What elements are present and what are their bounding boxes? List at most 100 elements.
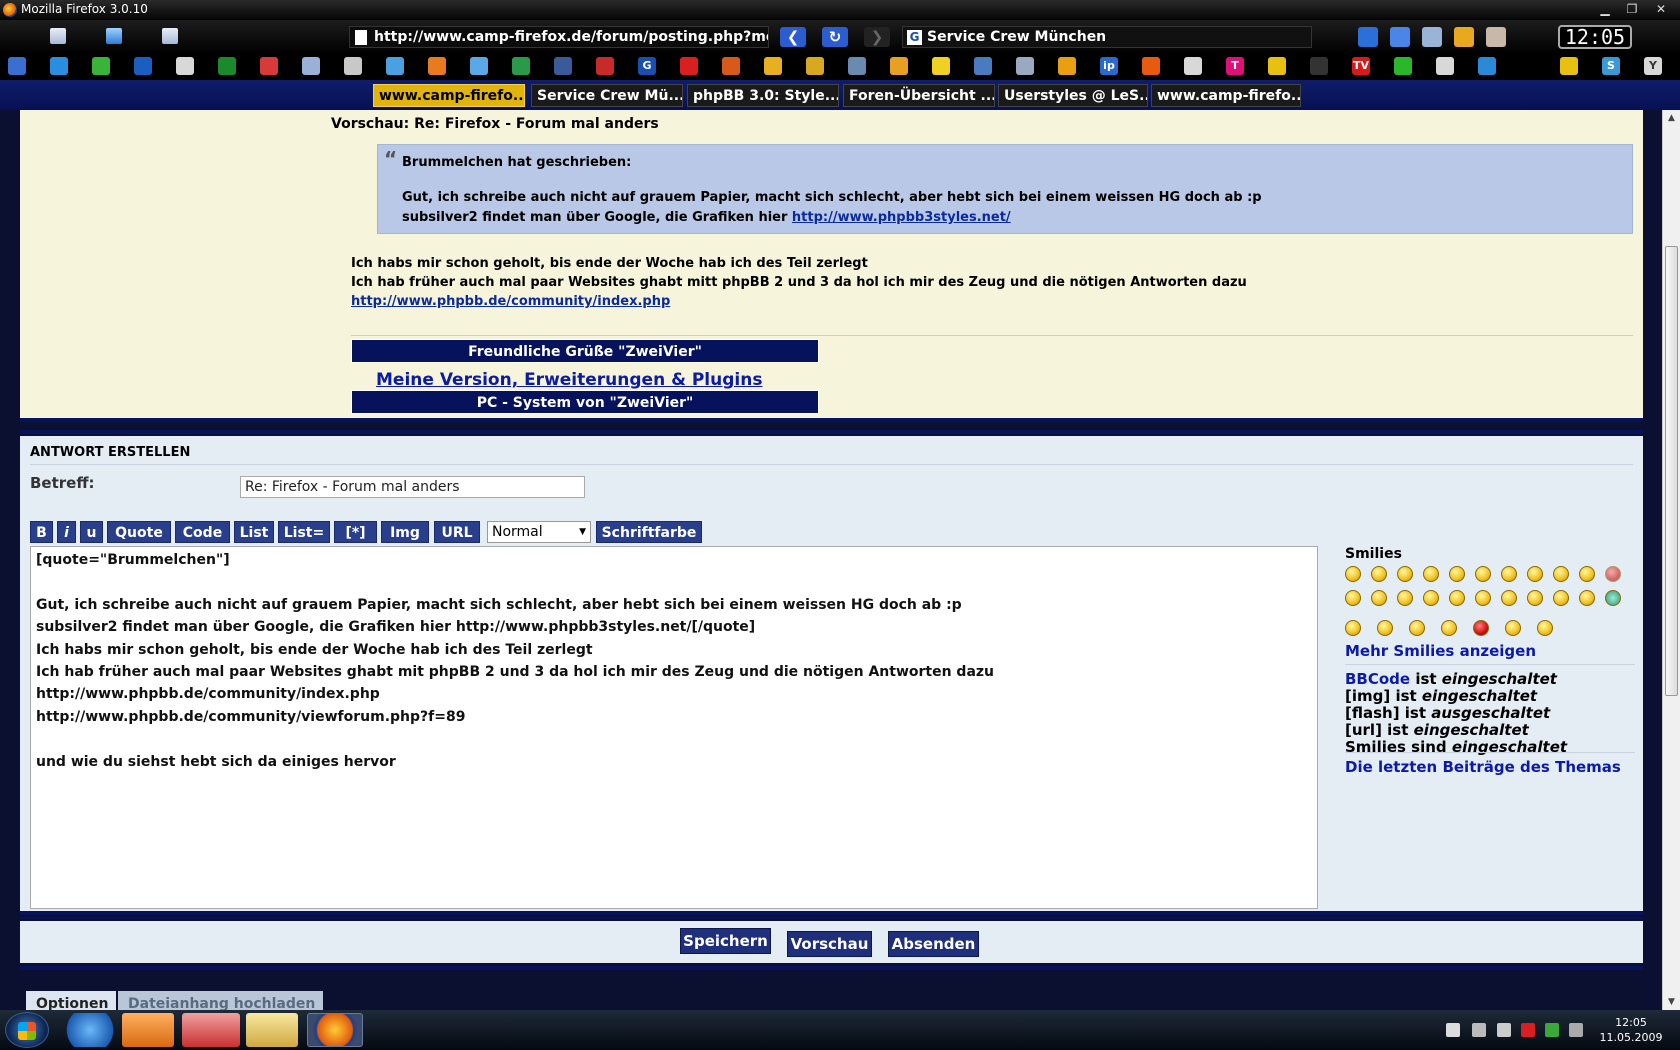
bookmark-icon[interactable] bbox=[1268, 57, 1286, 75]
bookmark-icon[interactable] bbox=[890, 57, 908, 75]
tab-page-icon[interactable] bbox=[162, 28, 178, 44]
avatar-icon[interactable] bbox=[1486, 27, 1506, 47]
smiley-icon[interactable] bbox=[1449, 590, 1465, 606]
bookmark-icon[interactable] bbox=[1310, 57, 1328, 75]
smiley-icon[interactable] bbox=[1537, 620, 1553, 636]
preview-button[interactable]: Vorschau bbox=[787, 931, 872, 957]
bookmark-icon[interactable]: ip bbox=[1100, 57, 1118, 75]
quote-button[interactable]: Quote bbox=[107, 521, 171, 543]
bookmark-page-icon[interactable] bbox=[106, 28, 122, 44]
start-button[interactable] bbox=[5, 1012, 49, 1048]
smiley-icon[interactable] bbox=[1423, 590, 1439, 606]
bookmark-icon[interactable] bbox=[218, 57, 236, 75]
smiley-icon[interactable] bbox=[1397, 590, 1413, 606]
tab-service-crew[interactable]: Service Crew Mü... bbox=[531, 84, 683, 107]
smiley-icon[interactable] bbox=[1527, 590, 1543, 606]
device-tray-icon[interactable] bbox=[1569, 1023, 1583, 1037]
post-link[interactable]: http://www.phpbb.de/community/index.php bbox=[351, 294, 670, 309]
bookmark-icon[interactable]: TV bbox=[1352, 57, 1370, 75]
tab-foren-uebersicht[interactable]: Foren-Übersicht ... bbox=[843, 84, 995, 107]
smiley-icon[interactable] bbox=[1527, 566, 1543, 582]
list-ordered-button[interactable]: List= bbox=[278, 521, 330, 543]
url-bar[interactable]: http://www.camp-firefox.de/forum/posting… bbox=[349, 26, 769, 48]
bookmark-icon[interactable] bbox=[1436, 57, 1454, 75]
scrollbar-thumb[interactable] bbox=[1665, 246, 1678, 696]
smiley-icon[interactable] bbox=[1345, 590, 1361, 606]
reload-button[interactable]: ↻ bbox=[822, 27, 848, 47]
list-item-button[interactable]: [*] bbox=[334, 521, 377, 543]
quote-link[interactable]: http://www.phpbb3styles.net/ bbox=[792, 210, 1011, 225]
bbcode-link[interactable]: BBCode bbox=[1345, 670, 1410, 688]
internet-explorer-icon[interactable] bbox=[62, 1013, 118, 1047]
bookmark-icon[interactable] bbox=[176, 57, 194, 75]
bookmark-icon[interactable] bbox=[680, 57, 698, 75]
bookmark-icon[interactable] bbox=[554, 57, 572, 75]
media-player-icon[interactable] bbox=[122, 1013, 174, 1047]
bookmark-icon[interactable]: T bbox=[1226, 57, 1244, 75]
scroll-up-icon[interactable]: ▲ bbox=[1663, 110, 1680, 126]
smiley-icon[interactable] bbox=[1377, 620, 1393, 636]
tab-upload-attachment[interactable]: Dateianhang hochladen bbox=[118, 991, 323, 1010]
firefox-taskbar-icon[interactable] bbox=[307, 1013, 363, 1047]
bookmark-icon[interactable] bbox=[848, 57, 866, 75]
tab-options[interactable]: Optionen bbox=[26, 991, 116, 1010]
bookmark-icon[interactable] bbox=[92, 57, 110, 75]
bookmark-icon[interactable] bbox=[722, 57, 740, 75]
tab-camp-firefox-active[interactable]: www.camp-firefo... bbox=[373, 84, 525, 107]
bookmark-icon[interactable] bbox=[260, 57, 278, 75]
code-button[interactable]: Code bbox=[175, 521, 230, 543]
bold-button[interactable]: B bbox=[30, 521, 53, 543]
back-button[interactable]: ❮ bbox=[780, 27, 806, 47]
user-icon[interactable] bbox=[1422, 27, 1442, 47]
underline-button[interactable]: u bbox=[80, 521, 103, 543]
smiley-icon[interactable] bbox=[1371, 566, 1387, 582]
bookmark-icon[interactable] bbox=[806, 57, 824, 75]
img-button[interactable]: Img bbox=[381, 521, 429, 543]
smiley-icon[interactable] bbox=[1473, 620, 1489, 636]
submit-button[interactable]: Absenden bbox=[888, 931, 979, 957]
bookmark-icon[interactable] bbox=[8, 57, 26, 75]
smiley-icon[interactable] bbox=[1605, 566, 1621, 582]
bookmark-icon[interactable] bbox=[134, 57, 152, 75]
smiley-icon[interactable] bbox=[1371, 590, 1387, 606]
smiley-icon[interactable] bbox=[1553, 590, 1569, 606]
smiley-icon[interactable] bbox=[1409, 620, 1425, 636]
smiley-icon[interactable] bbox=[1501, 590, 1517, 606]
mail-icon[interactable] bbox=[1390, 27, 1410, 47]
smiley-icon[interactable] bbox=[1345, 566, 1361, 582]
bookmark-icon[interactable] bbox=[1184, 57, 1202, 75]
smiley-icon[interactable] bbox=[1579, 590, 1595, 606]
smiley-icon[interactable] bbox=[1501, 566, 1517, 582]
bookmark-icon[interactable] bbox=[302, 57, 320, 75]
explorer-icon[interactable] bbox=[246, 1013, 298, 1047]
bookmark-icon[interactable] bbox=[974, 57, 992, 75]
note-icon[interactable] bbox=[1454, 27, 1474, 47]
antivirus-tray-icon[interactable] bbox=[1521, 1023, 1535, 1037]
list-button[interactable]: List bbox=[234, 521, 274, 543]
save-button[interactable]: Speichern bbox=[680, 928, 771, 954]
network-tray-icon[interactable] bbox=[1472, 1023, 1486, 1037]
bookmark-icon[interactable] bbox=[1058, 57, 1076, 75]
snipping-tool-icon[interactable] bbox=[182, 1013, 240, 1047]
smiley-icon[interactable] bbox=[1475, 590, 1491, 606]
bookmark-icon[interactable] bbox=[1142, 57, 1160, 75]
scroll-down-icon[interactable]: ▼ bbox=[1663, 994, 1680, 1010]
minimize-button[interactable]: ▁ bbox=[1592, 0, 1618, 18]
bookmark-icon[interactable] bbox=[344, 57, 362, 75]
search-bar[interactable]: G Service Crew München bbox=[902, 26, 1312, 48]
smiley-icon[interactable] bbox=[1345, 620, 1361, 636]
close-button[interactable]: ✕ bbox=[1648, 0, 1674, 18]
update-tray-icon[interactable] bbox=[1545, 1023, 1559, 1037]
smiley-icon[interactable] bbox=[1475, 566, 1491, 582]
more-smilies-link[interactable]: Mehr Smilies anzeigen bbox=[1345, 642, 1536, 660]
italic-button[interactable]: i bbox=[57, 521, 76, 543]
bookmark-icon[interactable] bbox=[1478, 57, 1496, 75]
flag-tray-icon[interactable] bbox=[1446, 1023, 1460, 1037]
smiley-icon[interactable] bbox=[1553, 566, 1569, 582]
last-posts-link[interactable]: Die letzten Beiträge des Themas bbox=[1345, 758, 1621, 776]
smiley-icon[interactable] bbox=[1423, 566, 1439, 582]
tab-userstyles[interactable]: Userstyles @ LeS... bbox=[998, 84, 1148, 107]
ie-icon[interactable] bbox=[1358, 27, 1378, 47]
bookmark-icon[interactable] bbox=[1560, 57, 1578, 75]
smiley-icon[interactable] bbox=[1397, 566, 1413, 582]
